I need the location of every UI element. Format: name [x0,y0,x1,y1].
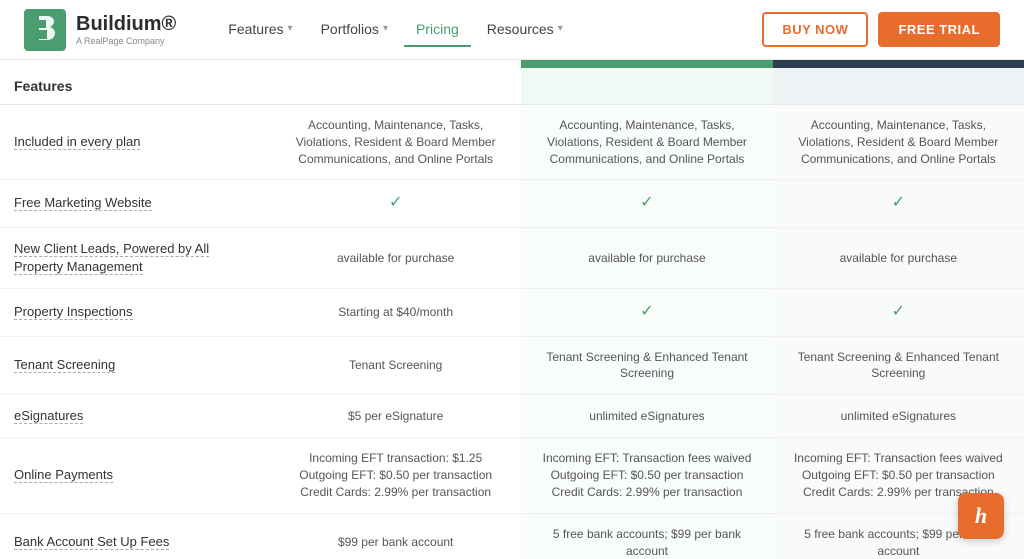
logo-subtitle: A RealPage Company [76,36,176,46]
feature-value-cell: ✓ [521,180,772,227]
feature-value-cell: ✓ [270,180,521,227]
site-header: Buildium® A RealPage Company Features ▾ … [0,0,1024,60]
feature-label-cell: eSignatures [0,395,270,438]
feature-value-cell: Accounting, Maintenance, Tasks, Violatio… [773,105,1024,180]
feature-value-cell: $5 per eSignature [270,395,521,438]
feature-value-cell: available for purchase [773,227,1024,288]
color-bar-row [0,60,1024,68]
logo-text: Buildium® A RealPage Company [76,13,176,46]
growth-section-header [521,68,772,105]
free-trial-button[interactable]: FreE TrIAL [878,12,1000,47]
feature-value-cell: Tenant Screening & Enhanced Tenant Scree… [773,336,1024,395]
feature-label-cell: Included in every plan [0,105,270,180]
table-row: Tenant ScreeningTenant ScreeningTenant S… [0,336,1024,395]
table-row: Property InspectionsStarting at $40/mont… [0,289,1024,336]
feature-value-cell: Accounting, Maintenance, Tasks, Violatio… [270,105,521,180]
table-row: Bank Account Set Up Fees$99 per bank acc… [0,513,1024,559]
nav-portfolios[interactable]: Portfolios ▾ [309,13,400,47]
table-row: Free Marketing Website ✓ ✓ ✓ [0,180,1024,227]
helpscout-icon: h [975,503,987,529]
main-nav: Features ▾ Portfolios ▾ Pricing Resource… [216,13,762,47]
pricing-wrapper: Features Included in every planAccountin… [0,60,1024,559]
feature-label-cell: Tenant Screening [0,336,270,395]
helpscout-button[interactable]: h [958,493,1004,539]
feature-value-cell: Starting at $40/month [270,289,521,336]
color-bar-growth [521,60,772,68]
feature-label-cell: Online Payments [0,438,270,513]
essential-section-header [270,68,521,105]
feature-value-cell: Incoming EFT: Transaction fees waived Ou… [521,438,772,513]
nav-features[interactable]: Features ▾ [216,13,304,47]
feature-value-cell: unlimited eSignatures [521,395,772,438]
chevron-down-icon: ▾ [558,23,563,34]
buy-now-button[interactable]: BUY NOW [762,12,868,47]
feature-value-cell: 5 free bank accounts; $99 per bank accou… [521,513,772,559]
features-section-header: Features [0,68,270,105]
nav-pricing[interactable]: Pricing [404,13,471,47]
feature-label-cell: Property Inspections [0,289,270,336]
check-icon: ✓ [892,194,905,211]
table-row: Included in every planAccounting, Mainte… [0,105,1024,180]
logo-wordmark: Buildium® [76,13,176,36]
color-bar-features [0,60,270,68]
nav-resources[interactable]: Resources ▾ [475,13,575,47]
feature-value-cell: unlimited eSignatures [773,395,1024,438]
section-header-row: Features [0,68,1024,105]
color-bar-essential [270,60,521,68]
chevron-down-icon: ▾ [383,23,388,34]
check-icon: ✓ [389,194,402,211]
check-icon: ✓ [892,303,905,320]
logo-area[interactable]: Buildium® A RealPage Company [24,9,176,51]
table-row: New Client Leads, Powered by All Propert… [0,227,1024,288]
feature-label-cell: New Client Leads, Powered by All Propert… [0,227,270,288]
feature-value-cell: ✓ [521,289,772,336]
check-icon: ✓ [640,194,653,211]
logo-icon [24,9,66,51]
feature-label-cell: Free Marketing Website [0,180,270,227]
feature-label-cell: Bank Account Set Up Fees [0,513,270,559]
feature-value-cell: Accounting, Maintenance, Tasks, Violatio… [521,105,772,180]
table-row: Online PaymentsIncoming EFT transaction:… [0,438,1024,513]
feature-value-cell: ✓ [773,180,1024,227]
feature-value-cell: Tenant Screening [270,336,521,395]
feature-value-cell: available for purchase [521,227,772,288]
chevron-down-icon: ▾ [288,23,293,34]
feature-value-cell: Incoming EFT transaction: $1.25 Outgoing… [270,438,521,513]
feature-value-cell: Tenant Screening & Enhanced Tenant Scree… [521,336,772,395]
check-icon: ✓ [640,303,653,320]
premium-section-header [773,68,1024,105]
color-bar-premium [773,60,1024,68]
feature-value-cell: ✓ [773,289,1024,336]
feature-value-cell: available for purchase [270,227,521,288]
header-cta-buttons: BUY NOW FreE TrIAL [762,12,1000,47]
feature-value-cell: $99 per bank account [270,513,521,559]
table-row: eSignatures$5 per eSignatureunlimited eS… [0,395,1024,438]
